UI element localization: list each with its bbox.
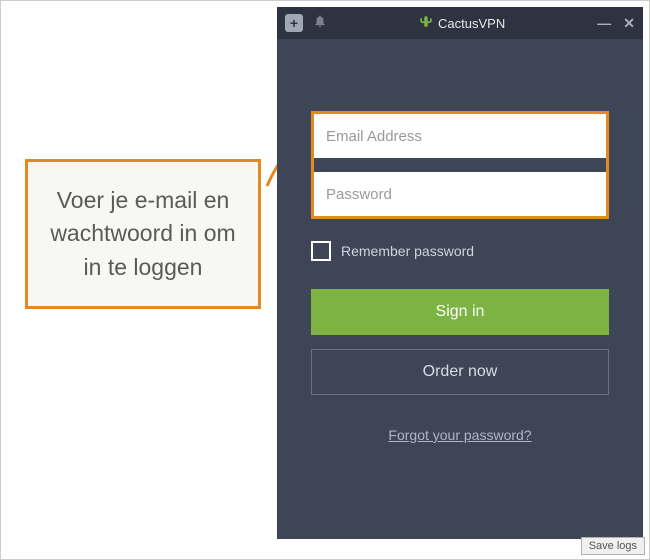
email-field[interactable]	[314, 114, 606, 158]
titlebar: + CactusVPN — ✕	[277, 7, 643, 39]
forgot-label: Forgot your password?	[388, 427, 531, 443]
titlebar-left: +	[285, 14, 327, 33]
signin-label: Sign in	[436, 303, 485, 321]
close-button[interactable]: ✕	[623, 15, 635, 32]
remember-row: Remember password	[311, 241, 609, 261]
forgot-password-link[interactable]: Forgot your password?	[311, 427, 609, 443]
minimize-button[interactable]: —	[597, 15, 611, 31]
app-title-container: CactusVPN	[327, 15, 597, 32]
bell-icon[interactable]	[313, 14, 327, 33]
credentials-group	[311, 111, 609, 219]
signin-button[interactable]: Sign in	[311, 289, 609, 335]
cactus-icon	[419, 15, 433, 32]
login-form: Remember password Sign in Order now Forg…	[277, 39, 643, 443]
add-button[interactable]: +	[285, 14, 303, 32]
save-logs-button[interactable]: Save logs	[581, 537, 645, 555]
app-window: + CactusVPN — ✕ Remember password Sig	[277, 7, 643, 539]
callout-text: Voer je e-mail en wachtwoord in om in te…	[50, 187, 235, 280]
order-label: Order now	[423, 363, 498, 381]
remember-label: Remember password	[341, 243, 474, 259]
password-field[interactable]	[314, 172, 606, 216]
order-button[interactable]: Order now	[311, 349, 609, 395]
app-title: CactusVPN	[438, 16, 505, 31]
window-controls: — ✕	[597, 15, 635, 32]
annotation-callout: Voer je e-mail en wachtwoord in om in te…	[25, 159, 261, 309]
remember-checkbox[interactable]	[311, 241, 331, 261]
input-spacer	[314, 158, 606, 172]
save-logs-label: Save logs	[589, 540, 637, 552]
